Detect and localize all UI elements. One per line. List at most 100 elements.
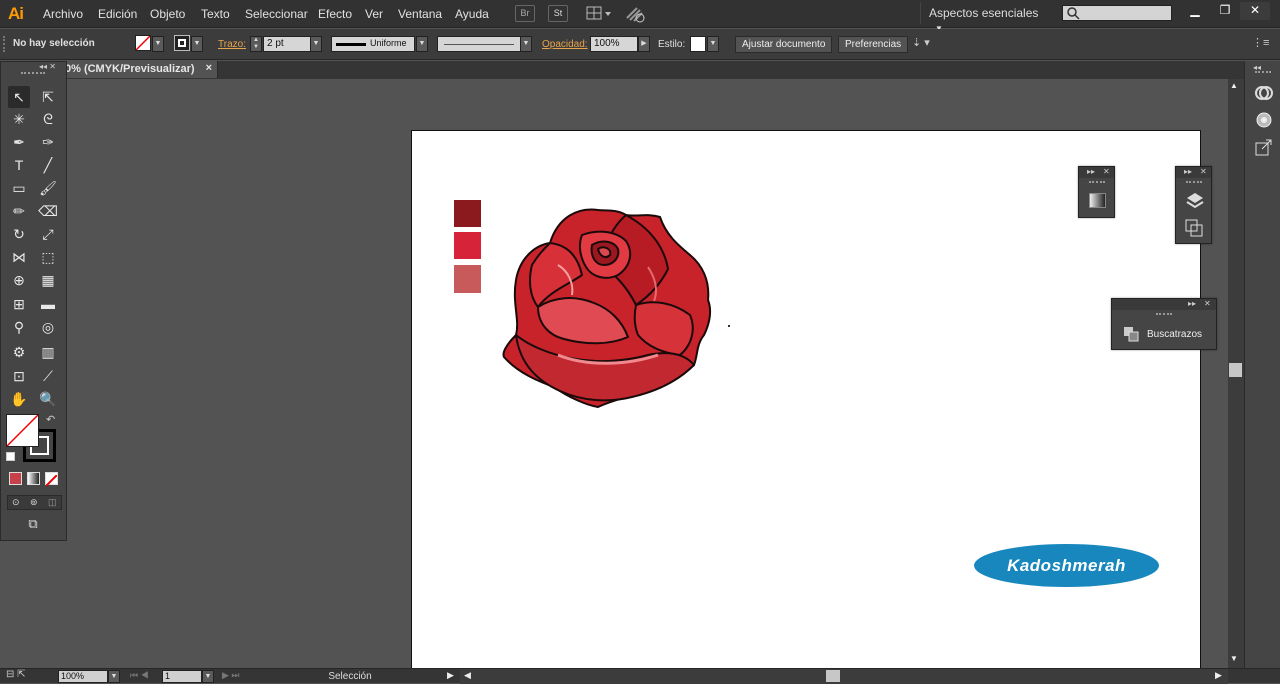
drawing-modes[interactable]: ⊙ ⊚ ◫ [7, 495, 62, 510]
panel-header[interactable]: ▸▸ ✕ [1079, 167, 1114, 178]
artboard-number-field[interactable]: 1 [162, 670, 202, 683]
default-colors-icon[interactable] [6, 452, 15, 461]
menu-objeto[interactable]: Objeto [150, 7, 185, 21]
next-artboard-icon[interactable]: ▶ ⏭ [222, 670, 240, 681]
artboard-tool-icon[interactable]: ⊡ [8, 365, 30, 387]
selection-tool-icon[interactable]: ↖ [8, 86, 30, 108]
lasso-tool-icon[interactable]: ᘓ [37, 108, 59, 130]
horizontal-scroll-thumb[interactable] [826, 670, 840, 682]
curvature-tool-icon[interactable]: ✑ [37, 131, 59, 153]
stroke-dropdown[interactable]: ▼ [191, 36, 203, 52]
panel-header[interactable]: ▸▸ ✕ [1112, 299, 1216, 310]
swatch-dark-red[interactable] [454, 200, 481, 227]
grip-handle[interactable] [1156, 313, 1172, 317]
layers-icon[interactable] [1185, 192, 1205, 210]
grip-handle[interactable] [21, 72, 45, 75]
direct-selection-tool-icon[interactable]: ⇱ [37, 86, 59, 108]
export-asset-icon[interactable] [1254, 137, 1274, 157]
rotate-tool-icon[interactable]: ↻ [8, 223, 30, 245]
layers-panel-collapsed[interactable]: ▸▸ ✕ [1175, 166, 1212, 244]
variable-width-profile[interactable]: Uniforme [331, 36, 415, 52]
gradient-icon[interactable] [1089, 193, 1106, 208]
fill-color-box[interactable] [6, 414, 39, 447]
stroke-weight-stepper[interactable]: ▲ ▼ [250, 36, 262, 52]
scroll-up-icon[interactable]: ▲ [1230, 81, 1238, 90]
search-input[interactable] [1062, 5, 1172, 21]
magic-wand-tool-icon[interactable]: ✳ [8, 108, 30, 130]
scroll-right-icon[interactable]: ▶ [1215, 670, 1222, 681]
restore-icon[interactable]: ❐ [1210, 2, 1240, 20]
preferences-button[interactable]: Preferencias [838, 36, 909, 53]
first-artboard-icon[interactable]: ⏮ ◀ [130, 670, 149, 681]
zoom-dropdown[interactable]: ▼ [108, 670, 120, 683]
creative-cloud-libraries-icon[interactable] [1254, 84, 1274, 102]
fit-document-button[interactable]: Ajustar documento [735, 36, 833, 53]
expand-icon[interactable]: ▸▸ [1188, 299, 1196, 308]
fill-swatch[interactable] [135, 35, 151, 51]
style-dropdown[interactable]: ▼ [707, 36, 719, 52]
opacity-field[interactable]: 100% [590, 36, 638, 52]
vertical-scrollbar[interactable]: ▲ ▼ [1228, 79, 1244, 668]
status-left-icons[interactable]: ⊟ ⇱ [6, 669, 26, 680]
grip-handle[interactable] [1089, 181, 1105, 185]
profile-dropdown[interactable]: ▼ [416, 36, 428, 52]
scale-tool-icon[interactable]: ⤢ [37, 223, 59, 245]
zoom-field[interactable]: 100% [58, 670, 108, 683]
minimize-icon[interactable]: ▁ [1180, 2, 1210, 20]
shape-builder-tool-icon[interactable]: ⊕ [8, 269, 30, 291]
grip-handle[interactable] [1255, 71, 1271, 74]
zoom-tool-icon[interactable]: 🔍 [37, 388, 59, 410]
blend-tool-icon[interactable]: ◎ [37, 316, 59, 338]
stock-button[interactable]: St [548, 5, 568, 22]
grip-handle[interactable] [1186, 181, 1202, 185]
stroke-weight-field[interactable]: 2 pt [263, 36, 311, 52]
pencil-tool-icon[interactable]: ✏ [8, 200, 30, 222]
close-icon[interactable]: ✕ [1103, 167, 1110, 176]
draw-normal-icon[interactable]: ⊙ [12, 497, 20, 508]
menu-archivo[interactable]: Archivo [43, 7, 83, 21]
opacity-label[interactable]: Opacidad: [542, 39, 588, 50]
mesh-tool-icon[interactable]: ⊞ [8, 293, 30, 315]
artboard-dropdown[interactable]: ▼ [202, 670, 214, 683]
trazo-label[interactable]: Trazo: [218, 39, 246, 50]
free-transform-tool-icon[interactable]: ⬚ [37, 246, 59, 268]
pathfinder-label[interactable]: Buscatrazos [1147, 329, 1202, 340]
eraser-tool-icon[interactable]: ⌫ [37, 200, 59, 222]
width-tool-icon[interactable]: ⋈ [8, 246, 30, 268]
swap-fill-stroke-icon[interactable]: ↶ [46, 413, 55, 426]
status-menu-icon[interactable]: ▶ [447, 670, 454, 681]
bridge-button[interactable]: Br [515, 5, 535, 22]
workspace-switcher[interactable]: Aspectos esenciales ▼ [920, 2, 1048, 33]
brush-definition[interactable] [437, 36, 521, 52]
stroke-swatch[interactable] [174, 35, 190, 51]
expand-icon[interactable]: ▸▸ [1087, 167, 1095, 176]
menu-seleccionar[interactable]: Seleccionar [245, 7, 308, 21]
gpu-performance-icon[interactable] [625, 4, 647, 24]
column-graph-tool-icon[interactable]: ▥ [37, 341, 59, 363]
scroll-down-icon[interactable]: ▼ [1230, 654, 1238, 663]
fill-dropdown[interactable]: ▼ [152, 36, 164, 52]
rose-illustration[interactable] [498, 205, 718, 410]
symbol-sprayer-tool-icon[interactable]: ⚙ [8, 341, 30, 363]
perspective-grid-tool-icon[interactable]: ▦ [37, 269, 59, 291]
draw-behind-icon[interactable]: ⊚ [30, 497, 38, 508]
close-icon[interactable]: ✕ [1240, 2, 1270, 20]
menu-texto[interactable]: Texto [201, 7, 230, 21]
gradient-tool-icon[interactable]: ▬ [37, 293, 59, 315]
color-mode-icon[interactable] [9, 472, 22, 485]
rectangle-tool-icon[interactable]: ▭ [8, 177, 30, 199]
menu-ayuda[interactable]: Ayuda [455, 7, 489, 21]
slice-tool-icon[interactable]: ⟋ [37, 365, 59, 387]
horizontal-scrollbar[interactable]: ◀ ▶ [460, 669, 1228, 684]
line-segment-tool-icon[interactable]: ╱ [37, 154, 59, 176]
opacity-dropdown[interactable]: ▶ [638, 36, 650, 52]
pathfinder-panel-collapsed[interactable]: ▸▸ ✕ Buscatrazos [1111, 298, 1217, 350]
eyedropper-tool-icon[interactable]: ⚲ [8, 316, 30, 338]
swatch-light-red[interactable] [454, 265, 481, 293]
stroke-weight-dropdown[interactable]: ▼ [310, 36, 322, 52]
grip-handle[interactable] [3, 36, 7, 52]
artboards-icon[interactable] [1185, 219, 1205, 237]
menu-ver[interactable]: Ver [365, 7, 383, 21]
gradient-mode-icon[interactable] [27, 472, 40, 485]
pen-tool-icon[interactable]: ✒ [8, 131, 30, 153]
